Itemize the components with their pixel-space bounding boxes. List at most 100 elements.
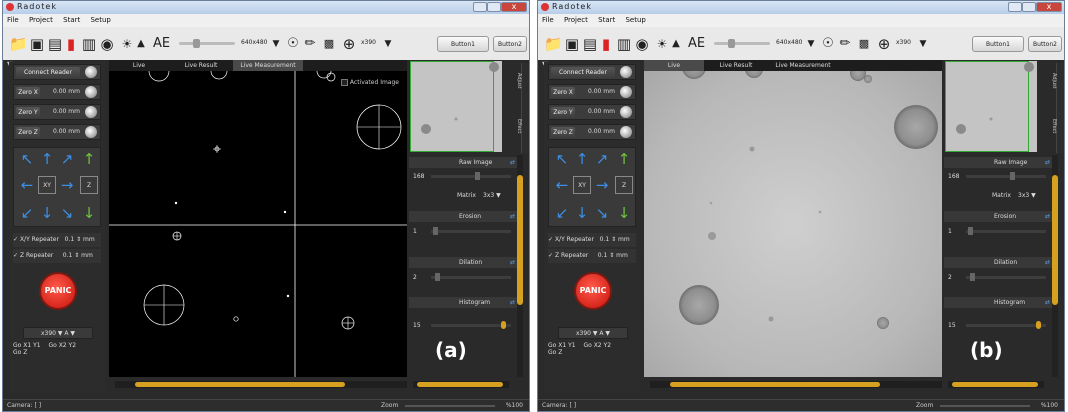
arrow-down-right-icon[interactable]: ↘ [58, 204, 76, 222]
panic-button[interactable]: PANIC [574, 272, 612, 310]
record-icon[interactable]: ▮ [600, 35, 612, 53]
histogram-header[interactable]: Histogram ⇄ [944, 297, 1056, 308]
zoom-select[interactable]: x390 [361, 39, 376, 46]
brightness-icon[interactable]: ▲ [668, 35, 684, 53]
xy-repeater-row[interactable]: ✓ X/Y Repeater 0.1 ⇕ mm [548, 233, 636, 247]
zoom-dropdown[interactable]: x390 ▼ A ▼ [558, 327, 628, 339]
save-icon[interactable]: ▣ [29, 35, 45, 53]
panel-scrollbar[interactable] [948, 381, 1044, 388]
resolution-select[interactable]: 640x480 [776, 39, 802, 46]
minimize-button[interactable] [473, 2, 487, 12]
histogram-slider[interactable] [966, 321, 1046, 329]
snapshot-icon[interactable]: ◉ [99, 35, 115, 53]
side-tab-adjust[interactable]: Adjust [516, 73, 522, 89]
slider-handle[interactable] [1010, 172, 1015, 180]
pen-icon[interactable]: ✏ [303, 35, 317, 53]
maximize-button[interactable] [487, 2, 501, 12]
open-folder-icon[interactable]: 📁 [544, 35, 563, 53]
arrow-right-icon[interactable]: → [58, 176, 76, 194]
tab-live-result[interactable]: Live Result [704, 60, 768, 71]
crosshair-icon[interactable]: ⊕ [876, 35, 892, 53]
checkbox-box[interactable] [340, 79, 348, 86]
menu-setup[interactable]: Setup [621, 14, 649, 26]
histogram-slider[interactable] [431, 321, 511, 329]
expand-icon[interactable]: ⇄ [1045, 297, 1050, 308]
chevron-down-icon[interactable]: ▼ [918, 35, 928, 53]
zero-x-knob-icon[interactable] [620, 86, 632, 98]
zero-y-button[interactable]: Zero Y [16, 107, 40, 119]
scroll-thumb[interactable] [1052, 175, 1058, 305]
button1[interactable]: Button1 [437, 36, 489, 52]
scroll-thumb[interactable] [670, 382, 880, 387]
matrix-select[interactable]: 3x3 ▼ [483, 189, 501, 202]
tab-live-measurement[interactable]: Live Measurement [233, 60, 303, 71]
arrow-up-right-icon[interactable]: ↗ [58, 150, 76, 168]
menu-project[interactable]: Project [25, 14, 57, 26]
arrow-down-right-icon[interactable]: ↘ [593, 204, 611, 222]
arrow-up-icon[interactable]: ↑ [38, 150, 56, 168]
z-up-icon[interactable]: ↑ [615, 150, 633, 168]
dilation-header[interactable]: Dilation ⇄ [409, 257, 521, 268]
slider-handle[interactable] [435, 273, 440, 281]
open-folder-icon[interactable]: 📁 [9, 35, 28, 53]
tab-live[interactable]: Live [109, 60, 169, 71]
live-view[interactable] [644, 71, 942, 377]
zero-z-button[interactable]: Zero Z [16, 127, 40, 139]
go-x1y1-button[interactable]: Go X1 Y1 [548, 342, 576, 349]
zero-y-knob-icon[interactable] [85, 106, 97, 118]
close-button[interactable]: x [501, 2, 527, 12]
camera-settings-icon[interactable]: ▥ [81, 35, 97, 53]
arrow-up-icon[interactable]: ↑ [573, 150, 591, 168]
side-tabs[interactable]: Adjust Effect [1051, 63, 1064, 153]
exposure-slider-handle[interactable] [193, 39, 200, 48]
erosion-slider[interactable] [966, 227, 1046, 235]
menu-file[interactable]: File [3, 14, 23, 26]
exposure-slider[interactable] [179, 39, 235, 48]
horizontal-scrollbar[interactable] [115, 381, 407, 388]
zero-y-knob-icon[interactable] [620, 106, 632, 118]
slider-handle[interactable] [433, 227, 438, 235]
arrow-up-left-icon[interactable]: ↖ [553, 150, 571, 168]
side-tab-effect[interactable]: Effect [1051, 119, 1057, 133]
slider-handle[interactable] [970, 273, 975, 281]
go-x2y2-button[interactable]: Go X2 Y2 [48, 342, 76, 349]
go-x1y1-button[interactable]: Go X1 Y1 [13, 342, 41, 349]
preview-thumbnail[interactable] [409, 60, 503, 153]
exposure-slider[interactable] [714, 39, 770, 48]
erosion-slider[interactable] [431, 227, 511, 235]
zero-y-button[interactable]: Zero Y [551, 107, 575, 119]
side-tab-effect[interactable]: Effect [516, 119, 522, 133]
zoom-slider[interactable] [940, 405, 1030, 407]
button2[interactable]: Button2 [493, 36, 527, 52]
vertical-scrollbar[interactable] [1052, 155, 1058, 377]
arrow-up-left-icon[interactable]: ↖ [18, 150, 36, 168]
home-z-icon[interactable]: Z [615, 176, 633, 194]
crosshair-icon[interactable]: ⊕ [341, 35, 357, 53]
arrow-left-icon[interactable]: ← [553, 176, 571, 194]
histogram-header[interactable]: Histogram ⇄ [409, 297, 521, 308]
z-repeater-row[interactable]: ✓ Z Repeater 0.1 ⇕ mm [13, 249, 101, 263]
chevron-down-icon[interactable]: ▼ [806, 35, 816, 53]
menu-project[interactable]: Project [560, 14, 592, 26]
brightness-icon[interactable]: ▲ [133, 35, 149, 53]
chevron-down-icon[interactable]: ▼ [383, 35, 393, 53]
zoom-dropdown[interactable]: x390 ▼ A ▼ [23, 327, 93, 339]
button2[interactable]: Button2 [1028, 36, 1062, 52]
connect-knob-icon[interactable] [620, 66, 632, 78]
ae-label[interactable]: AE [153, 36, 170, 51]
menu-setup[interactable]: Setup [86, 14, 114, 26]
arrow-down-icon[interactable]: ↓ [38, 204, 56, 222]
menu-start[interactable]: Start [594, 14, 619, 26]
preview-thumbnail[interactable] [944, 60, 1038, 153]
panic-button[interactable]: PANIC [39, 272, 77, 310]
tab-live-measurement[interactable]: Live Measurement [768, 60, 838, 71]
raw-image-slider[interactable] [966, 172, 1046, 180]
slider-handle[interactable] [501, 321, 506, 329]
camera-settings-icon[interactable]: ▥ [616, 35, 632, 53]
zoom-slider[interactable] [405, 405, 495, 407]
side-tabs[interactable]: Adjust Effect [516, 63, 529, 153]
panel-scrollbar[interactable] [413, 381, 509, 388]
expand-icon[interactable]: ⇄ [1045, 157, 1050, 168]
z-down-icon[interactable]: ↓ [615, 204, 633, 222]
slider-handle[interactable] [1036, 321, 1041, 329]
